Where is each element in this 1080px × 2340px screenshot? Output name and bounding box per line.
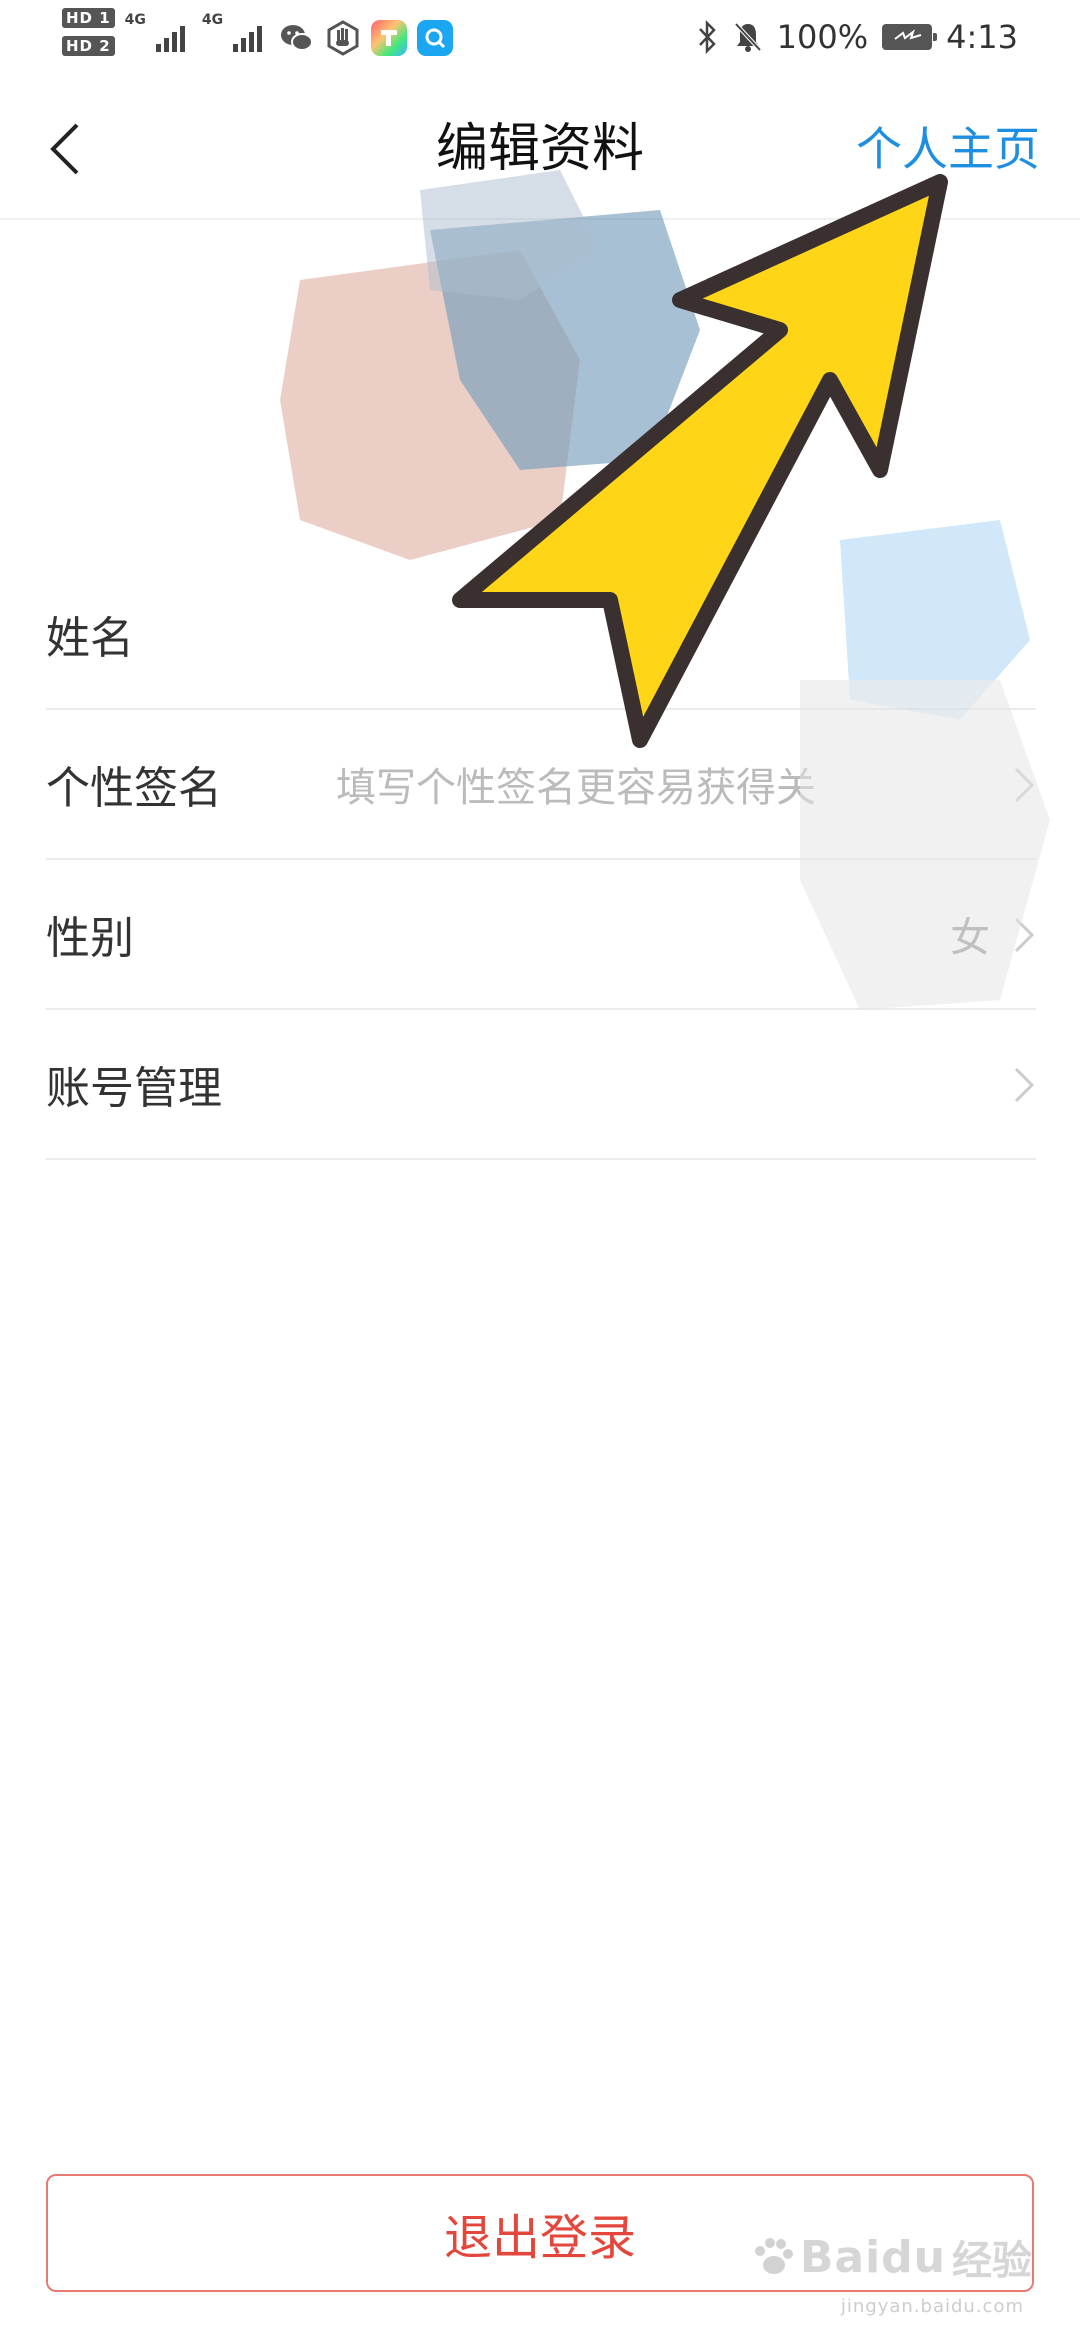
chevron-right-icon	[1014, 917, 1035, 953]
battery-percent: 100%	[776, 18, 869, 56]
account-management-label: 账号管理	[46, 1063, 222, 1114]
status-bar: HD 1 HD 2 4G 4G 100% 4:13	[0, 0, 1080, 80]
status-left: HD 1 HD 2 4G 4G	[62, 6, 454, 56]
account-management-row[interactable]: 账号管理	[46, 1010, 1036, 1160]
signal-icon	[233, 26, 263, 52]
watermark-sub: 经验	[952, 2238, 1032, 2284]
colorful-app-icon	[371, 20, 408, 56]
name-row[interactable]: 姓名	[46, 560, 1036, 710]
signature-input[interactable]: 填写个性签名更容易获得关	[336, 755, 936, 813]
profile-form: 姓名 个性签名 填写个性签名更容易获得关 性别 女 账号管理	[46, 560, 1036, 1160]
sim1-badge: HD 1	[62, 8, 115, 28]
battery-icon	[882, 24, 938, 50]
name-label: 姓名	[46, 613, 134, 664]
signature-label: 个性签名	[46, 763, 222, 814]
profile-home-link[interactable]: 个人主页	[856, 114, 1040, 184]
annotation-overlay	[280, 170, 1050, 1010]
status-right: 100% 4:13	[697, 18, 1018, 56]
watermark-url: jingyan.baidu.com	[840, 2296, 1024, 2317]
signature-row[interactable]: 个性签名 填写个性签名更容易获得关	[46, 710, 1036, 860]
gender-value: 女	[950, 915, 990, 961]
paw-logo-icon	[754, 2238, 793, 2274]
network1-label: 4G	[124, 12, 146, 28]
wechat-icon	[281, 25, 314, 51]
chevron-right-icon	[1014, 1067, 1035, 1103]
watermark-brand: Baidu	[799, 2231, 946, 2283]
gender-row[interactable]: 性别 女	[46, 860, 1036, 1010]
network2-label: 4G	[201, 12, 224, 28]
bluetooth-icon	[698, 20, 716, 54]
sim2-badge: HD 2	[62, 36, 115, 56]
baidu-watermark: Baidu 经验	[750, 2228, 1032, 2286]
nav-bar: 编辑资料 个人主页	[0, 80, 1080, 220]
chevron-right-icon	[1014, 767, 1035, 803]
sim-badges: HD 1 HD 2	[62, 8, 115, 56]
gender-label: 性别	[46, 913, 134, 964]
hand-shield-icon	[327, 20, 359, 56]
bell-muted-icon	[734, 22, 762, 52]
search-app-icon	[417, 20, 454, 56]
clock: 4:13	[946, 18, 1018, 56]
signal-icon	[155, 26, 185, 52]
